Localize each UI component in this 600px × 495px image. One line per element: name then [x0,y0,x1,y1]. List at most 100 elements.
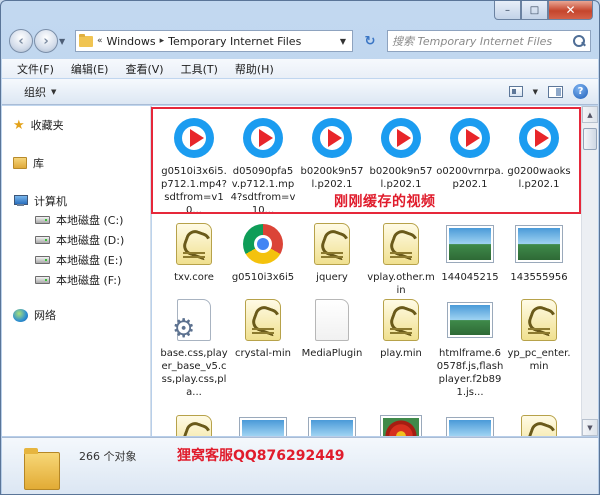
folder-icon [79,33,93,47]
address-row: ‹ › ▼ « Windows ▸ Temporary Internet Fil… [9,28,591,54]
image-file-icon [309,418,355,436]
address-dropdown-icon[interactable]: ▼ [337,37,349,46]
computer-icon [13,195,28,207]
file-item[interactable]: vplay.other.min [367,220,435,297]
library-icon [13,157,27,169]
nav-disk-f[interactable]: 本地磁盘 (F:) [2,270,150,290]
file-item[interactable]: jquery [298,220,366,284]
nav-libraries-label: 库 [33,157,44,170]
scroll-thumb[interactable] [583,128,597,150]
file-item[interactable]: d05090pfa5v.p712.1.mp4?sdtfrom=v10... [229,114,297,217]
caption-buttons: – □ ✕ [494,1,593,21]
refresh-icon: ↻ [364,33,376,49]
file-item[interactable]: o0200vrnrpa.p202.1 [436,114,504,191]
address-bar[interactable]: « Windows ▸ Temporary Internet Files ▼ [75,30,353,52]
file-name: htmlframe.60578f.js,flashplayer.f2b891.j… [436,348,504,398]
search-icon[interactable] [572,34,586,48]
navigation-pane: ★ 收藏夹 库 计算机 本地磁盘 (C:) 本地磁盘 (D:) 本地磁盘 (E:… [2,106,151,436]
organize-label: 组织 [24,85,46,99]
refresh-button[interactable]: ↻ [359,30,381,52]
maximize-button[interactable]: □ [521,1,548,20]
file-item[interactable]: txv.core [160,220,228,284]
nav-computer-label: 计算机 [34,195,67,208]
breadcrumb-temporary-internet-files[interactable]: Temporary Internet Files [168,35,301,48]
explorer-window: – □ ✕ ‹ › ▼ « Windows ▸ Temporary Intern… [0,0,600,495]
file-item[interactable]: MediaPlugin [298,296,366,360]
file-item[interactable]: base.css,player_base_v5.css,play.css,pla… [160,296,228,399]
vertical-scrollbar[interactable]: ▲ ▼ [581,106,598,436]
view-dropdown-icon[interactable]: ▼ [533,88,538,96]
file-item[interactable]: htmlframe.60578f.js,flashplayer.f2b891.j… [436,296,504,399]
breadcrumb-overflow[interactable]: « [97,36,103,46]
file-name: MediaPlugin [301,348,363,359]
forward-arrow-icon: › [43,33,49,49]
flower-image-icon [381,416,421,436]
file-name: b0200k9n57l.p202.1 [369,166,433,190]
file-item[interactable] [298,412,366,436]
menu-bar: 文件(F) 编辑(E) 查看(V) 工具(T) 帮助(H) [2,59,598,78]
search-input[interactable]: 搜索 Temporary Internet Files [392,33,572,49]
file-item[interactable] [229,412,297,436]
scroll-down-button[interactable]: ▼ [582,419,598,436]
file-item[interactable]: crystal-min [229,296,297,360]
image-file-icon [448,303,492,337]
network-icon [13,308,28,322]
nav-favorites-label: 收藏夹 [30,119,64,132]
file-item[interactable]: 144045215 [436,220,504,284]
video-player-icon [450,118,490,158]
close-button[interactable]: ✕ [548,1,593,20]
file-item[interactable]: 143555956 [505,220,573,284]
file-item[interactable] [367,412,435,436]
script-file-icon [383,299,419,341]
file-list: g0510i3x6i5.p712.1.mp4?sdtfrom=v10... d0… [152,106,581,436]
folder-icon [24,446,60,490]
forward-button[interactable]: › [34,29,58,53]
recent-pages-dropdown[interactable]: ▼ [59,29,69,53]
file-item[interactable] [436,412,504,436]
item-count: 266 个对象 [79,450,137,463]
search-box[interactable]: 搜索 Temporary Internet Files [387,30,591,52]
menu-file[interactable]: 文件(F) [17,61,54,77]
file-item[interactable] [505,412,573,436]
nav-libraries[interactable]: 库 [2,154,150,172]
nav-favorites[interactable]: ★ 收藏夹 [2,116,150,134]
minimize-button[interactable]: – [494,1,521,20]
change-view-icon[interactable] [508,86,523,97]
nav-computer[interactable]: 计算机 [2,192,150,210]
file-item[interactable]: g0200waoksl.p202.1 [505,114,573,191]
preview-pane-icon[interactable] [548,85,563,98]
file-item[interactable]: b0200k9n57l.p202.1 [298,114,366,191]
file-name: d05090pfa5v.p712.1.mp4?sdtfrom=v10... [230,166,296,216]
back-button[interactable]: ‹ [9,29,33,53]
image-file-icon [240,418,286,436]
menu-tools[interactable]: 工具(T) [181,61,218,77]
nav-disk-c[interactable]: 本地磁盘 (C:) [2,210,150,230]
nav-disk-label: 本地磁盘 (C:) [56,214,124,227]
file-item[interactable]: g0510i3x6i5.p712.1.mp4?sdtfrom=v10... [160,114,228,217]
menu-edit[interactable]: 编辑(E) [71,61,109,77]
file-item[interactable]: yp_pc_enter.min [505,296,573,373]
nav-disk-label: 本地磁盘 (E:) [56,254,123,267]
chevron-right-icon[interactable]: ▸ [160,36,165,46]
nav-disk-e[interactable]: 本地磁盘 (E:) [2,250,150,270]
video-player-icon [312,118,352,158]
file-item[interactable] [160,412,228,436]
file-name: jquery [316,272,348,283]
nav-network[interactable]: 网络 [2,306,150,324]
watermark-text: 狸窝客服QQ876292449 [177,448,345,464]
file-name: base.css,player_base_v5.css,play.css,pla… [160,348,228,398]
nav-disk-d[interactable]: 本地磁盘 (D:) [2,230,150,250]
hard-disk-icon [35,236,50,244]
breadcrumb-windows[interactable]: Windows [107,35,156,48]
video-player-icon [243,118,283,158]
blank-file-icon [315,299,349,341]
file-item[interactable]: g0510i3x6i5 [229,220,297,284]
scroll-up-button[interactable]: ▲ [582,106,598,123]
file-item[interactable]: play.min [367,296,435,360]
organize-button[interactable]: 组织 ▼ [24,84,56,100]
file-item[interactable]: b0200k9n57l.p202.1 [367,114,435,191]
help-icon[interactable]: ? [573,84,588,99]
chrome-icon [243,224,283,264]
menu-view[interactable]: 查看(V) [125,61,163,77]
menu-help[interactable]: 帮助(H) [235,61,274,77]
